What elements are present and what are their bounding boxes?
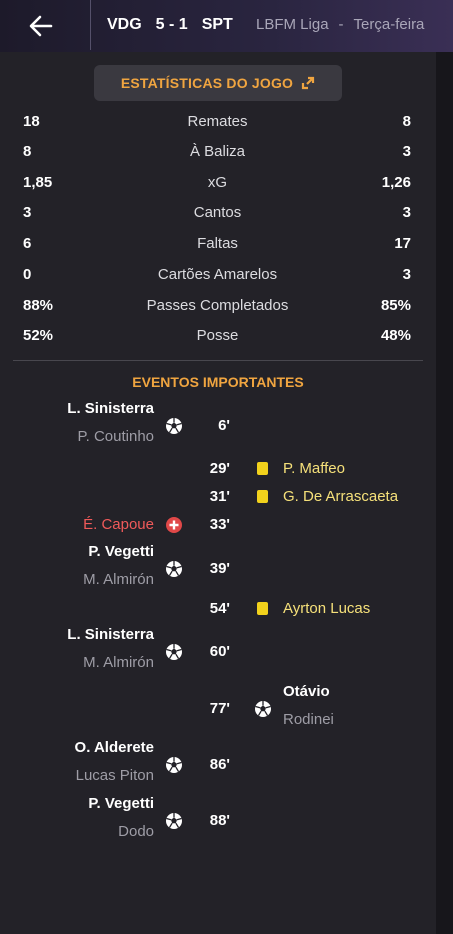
goal-assist[interactable]: Dodo — [118, 823, 154, 840]
stat-home-value: 52% — [23, 327, 54, 344]
stat-away-value: 3 — [402, 266, 411, 283]
booked-player[interactable]: P. Maffeo — [283, 460, 345, 477]
stat-name: xG — [207, 174, 228, 191]
goal-scorer[interactable]: P. Vegetti — [88, 795, 154, 812]
external-link-icon — [302, 76, 315, 90]
event-minute: 88' — [209, 812, 230, 829]
competition-info: LBFM Liga - Terça-feira — [256, 16, 424, 33]
booked-player[interactable]: G. De Arrascaeta — [283, 488, 398, 505]
goal-assist[interactable]: P. Coutinho — [78, 428, 154, 445]
yellow-card-icon — [257, 602, 268, 615]
stat-home-value: 3 — [23, 204, 32, 221]
stat-name: Remates — [187, 113, 248, 130]
goal-assist[interactable]: Rodinei — [283, 711, 334, 728]
event-minute: 60' — [209, 643, 230, 660]
events-title: EVENTOS IMPORTANTES — [132, 374, 304, 390]
goal-assist[interactable]: M. Almirón — [83, 571, 154, 588]
yellow-card-icon — [257, 490, 268, 503]
goal-assist[interactable]: Lucas Piton — [76, 767, 154, 784]
stat-away-value: 1,26 — [381, 174, 411, 191]
competition-name: LBFM Liga — [256, 16, 329, 33]
stat-away-value: 3 — [402, 204, 411, 221]
side-strip — [436, 52, 453, 934]
football-icon — [166, 561, 182, 577]
back-button[interactable] — [24, 10, 58, 42]
event-minute: 29' — [209, 460, 230, 477]
match-stats-label: ESTATÍSTICAS DO JOGO — [120, 75, 294, 91]
stat-away-value: 17 — [394, 235, 411, 252]
event-minute: 86' — [209, 756, 230, 773]
event-minute: 6' — [218, 417, 230, 434]
away-team: SPT — [201, 16, 233, 33]
stat-away-value: 8 — [402, 113, 411, 130]
stat-name: Posse — [196, 327, 239, 344]
football-icon — [166, 418, 182, 434]
stat-name: Passes Completados — [146, 297, 289, 314]
event-minute: 33' — [209, 516, 230, 533]
stat-home-value: 18 — [23, 113, 40, 130]
football-icon — [166, 644, 182, 660]
goal-scorer[interactable]: L. Sinisterra — [67, 400, 154, 417]
arrow-left-icon — [29, 15, 53, 37]
header-divider — [90, 0, 91, 50]
separator: - — [338, 16, 344, 33]
goal-scorer[interactable]: O. Alderete — [75, 739, 154, 756]
stat-away-value: 3 — [402, 143, 411, 160]
event-minute: 39' — [209, 560, 230, 577]
football-icon — [166, 813, 182, 829]
match-score: VDG 5 - 1 SPT — [107, 16, 233, 34]
stat-away-value: 48% — [380, 327, 411, 344]
goal-scorer[interactable]: P. Vegetti — [88, 543, 154, 560]
stat-row: 1,85 xG 1,26 — [0, 171, 436, 195]
stat-row: 88% Passes Completados 85% — [0, 294, 436, 318]
football-icon — [255, 701, 271, 717]
stat-home-value: 8 — [23, 143, 32, 160]
stat-name: À Baliza — [189, 143, 246, 160]
stat-row: 18 Remates 8 — [0, 110, 436, 134]
stat-row: 8 À Baliza 3 — [0, 140, 436, 164]
stat-home-value: 1,85 — [23, 174, 53, 191]
goal-scorer[interactable]: L. Sinisterra — [67, 626, 154, 643]
home-team: VDG — [107, 16, 142, 33]
goal-scorer[interactable]: Otávio — [283, 683, 330, 700]
stat-row: 6 Faltas 17 — [0, 232, 436, 256]
stat-name: Faltas — [197, 235, 238, 252]
event-minute: 77' — [209, 700, 230, 717]
event-minute: 54' — [209, 600, 230, 617]
stat-row: 3 Cantos 3 — [0, 201, 436, 225]
injured-player[interactable]: É. Capoue — [83, 516, 154, 533]
stat-name: Cantos — [193, 204, 242, 221]
stat-name: Cartões Amarelos — [157, 266, 278, 283]
stat-home-value: 6 — [23, 235, 32, 252]
yellow-card-icon — [257, 462, 268, 475]
stat-row: 0 Cartões Amarelos 3 — [0, 263, 436, 287]
top-bar: VDG 5 - 1 SPT LBFM Liga - Terça-feira — [0, 0, 453, 52]
match-day: Terça-feira — [353, 16, 425, 33]
match-stats-button[interactable]: ESTATÍSTICAS DO JOGO — [94, 65, 342, 101]
stat-row: 52% Posse 48% — [0, 324, 436, 348]
score: 5 - 1 — [155, 16, 188, 33]
event-minute: 31' — [209, 488, 230, 505]
stat-home-value: 88% — [23, 297, 54, 314]
injury-icon — [166, 517, 182, 533]
goal-assist[interactable]: M. Almirón — [83, 654, 154, 671]
stat-away-value: 85% — [380, 297, 411, 314]
football-icon — [166, 757, 182, 773]
booked-player[interactable]: Ayrton Lucas — [283, 600, 370, 617]
section-divider — [13, 360, 423, 361]
stat-home-value: 0 — [23, 266, 32, 283]
